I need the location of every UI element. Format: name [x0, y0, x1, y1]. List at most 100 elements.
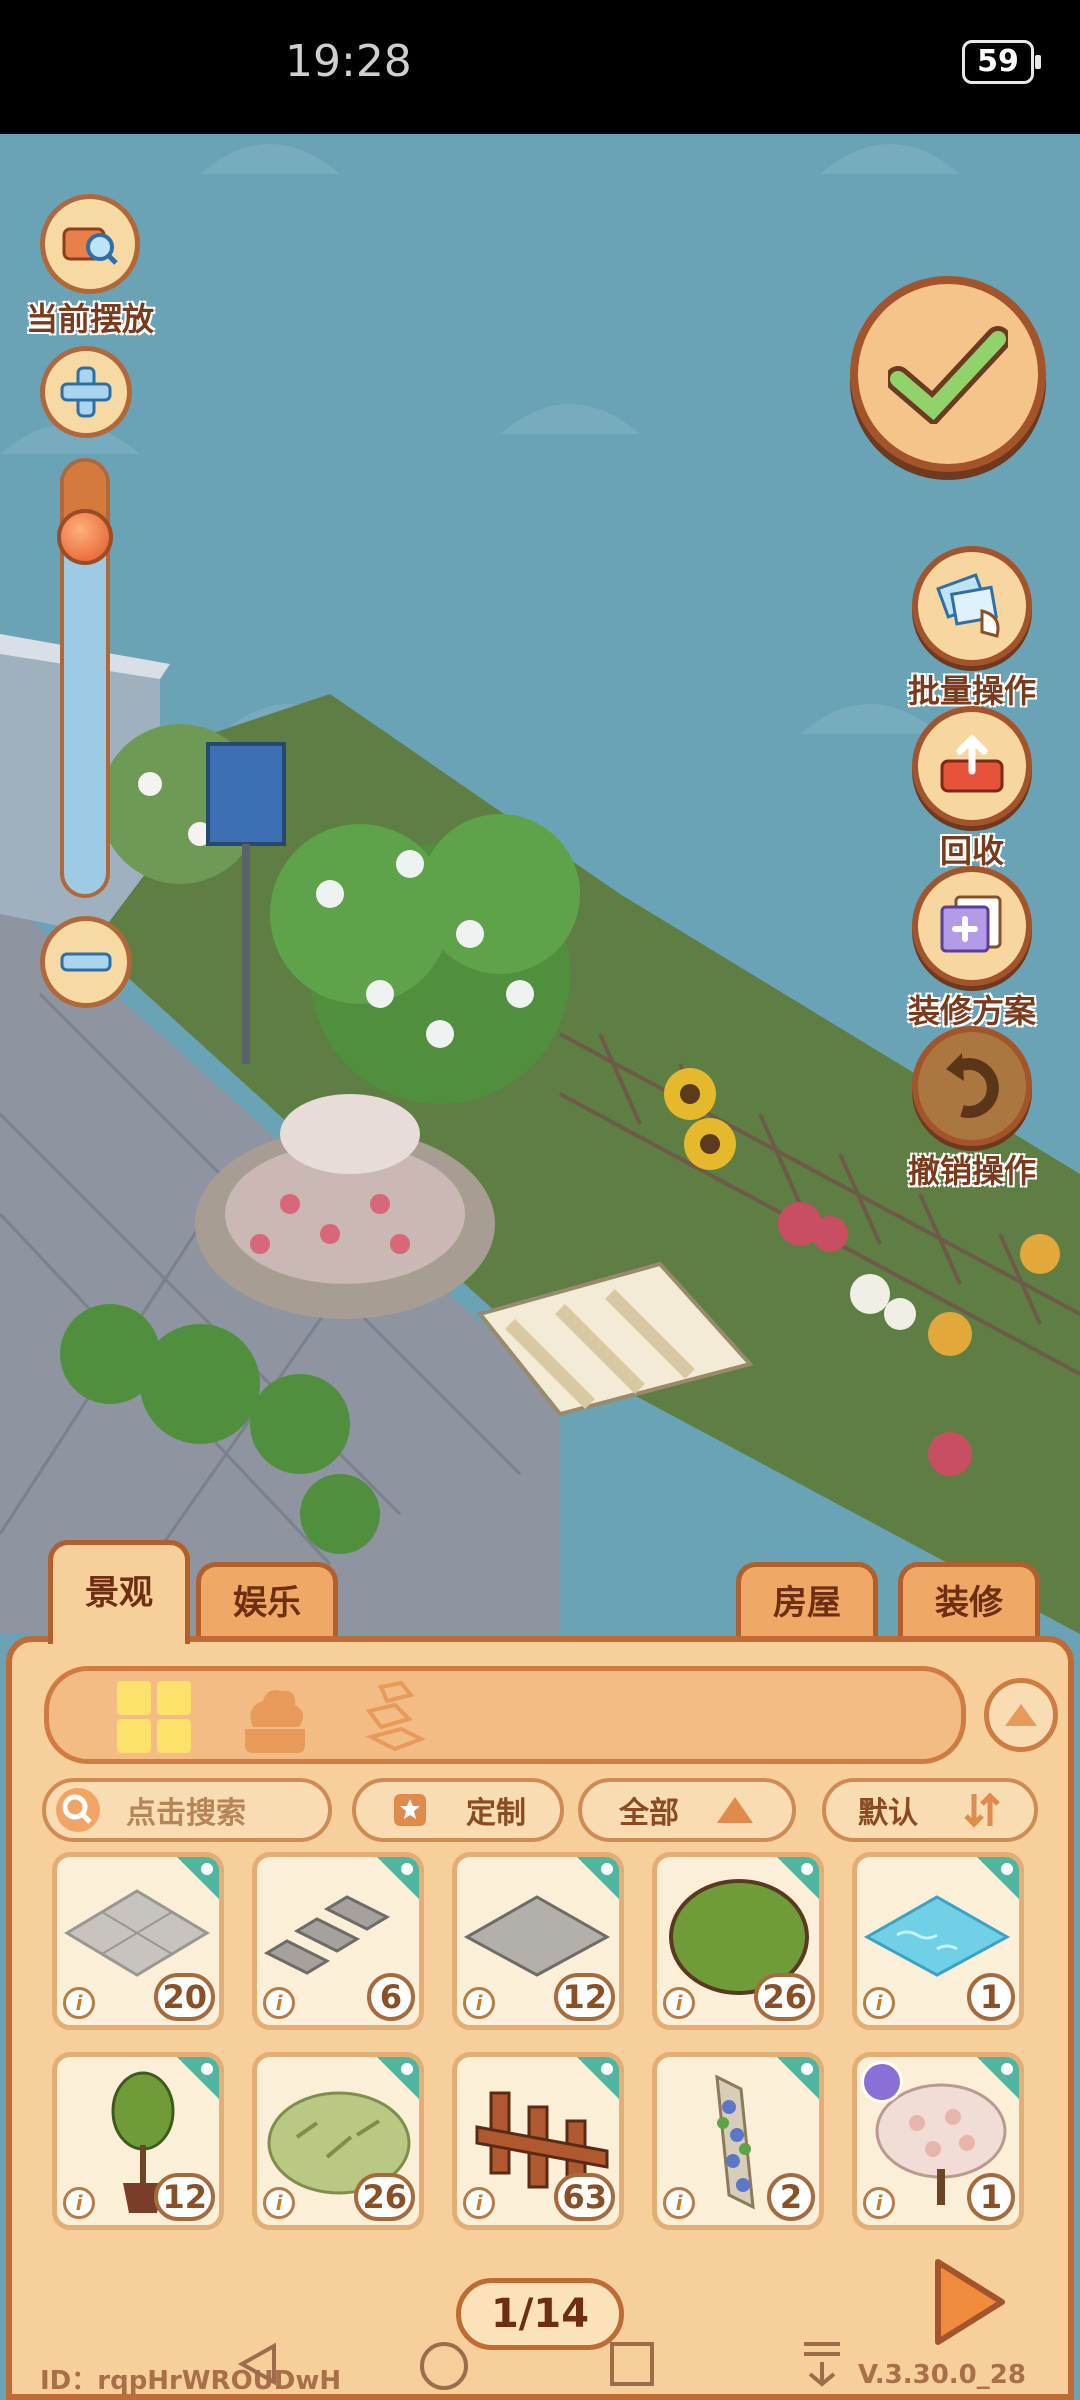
new-badge [973, 1857, 1019, 1903]
item-count: 12 [554, 1973, 615, 2021]
flower-icon [999, 2061, 1015, 2077]
expand-panel-button[interactable] [984, 1678, 1058, 1752]
info-icon[interactable]: i [863, 2187, 895, 2219]
info-icon[interactable]: i [263, 1987, 295, 2019]
new-badge [773, 2057, 819, 2103]
confirm-button[interactable] [850, 276, 1046, 472]
item-card-stepping-stones[interactable]: i 6 [252, 1852, 424, 2030]
system-nav-bar [0, 2340, 1080, 2400]
item-count: 26 [354, 2173, 415, 2221]
sort-dropdown[interactable]: 默认 [822, 1778, 1038, 1842]
minus-icon [60, 952, 112, 972]
item-count: 26 [754, 1973, 815, 2021]
new-badge [173, 1857, 219, 1903]
sort-arrows-icon [964, 1792, 1000, 1828]
info-icon[interactable]: i [263, 2187, 295, 2219]
category-plant-icon[interactable] [235, 1677, 315, 1761]
item-count: 1 [967, 2173, 1015, 2221]
triangle-up-icon [1005, 1704, 1037, 1726]
item-count: 12 [154, 2173, 215, 2221]
next-page-button[interactable] [930, 2254, 1010, 2354]
info-icon[interactable]: i [863, 1987, 895, 2019]
recycle-tray-icon [912, 706, 1032, 826]
home-icon[interactable] [418, 2340, 470, 2392]
item-count: 2 [767, 2173, 815, 2221]
zoom-in-button[interactable] [40, 346, 132, 438]
flower-icon [999, 1861, 1015, 1877]
collapse-nav-icon[interactable] [800, 2340, 844, 2388]
new-badge [773, 1857, 819, 1903]
category-stone-icon[interactable] [361, 1677, 431, 1761]
new-badge [173, 2057, 219, 2103]
current-placed-label: 当前摆放 [25, 300, 154, 338]
item-count: 6 [367, 1973, 415, 2021]
zoom-out-button[interactable] [40, 916, 132, 1008]
flower-icon [599, 1861, 615, 1877]
new-badge [973, 2057, 1019, 2103]
item-count: 20 [154, 1973, 215, 2021]
status-bar: 19:28 59 [0, 0, 1080, 134]
item-count: 1 [967, 1973, 1015, 2021]
plan-cards-icon [912, 866, 1032, 986]
info-icon[interactable]: i [63, 2187, 95, 2219]
tab-house[interactable]: 房屋 [736, 1562, 878, 1642]
item-card-leafy-shrub[interactable]: i 26 [252, 2052, 424, 2230]
item-card-potted-topiary[interactable]: i 12 [52, 2052, 224, 2230]
flower-icon [399, 1861, 415, 1877]
undo-button[interactable]: 撤销操作 [892, 1026, 1052, 1192]
undo-arrow-icon [912, 1026, 1032, 1146]
star-badge-icon [394, 1794, 426, 1826]
item-card-wooden-fence[interactable]: i 63 [452, 2052, 624, 2230]
batch-operation-button[interactable]: 批量操作 [892, 546, 1052, 712]
current-placed-tool[interactable]: 当前摆放 [20, 194, 160, 340]
recents-icon[interactable] [608, 2340, 656, 2388]
checkmark-icon [888, 326, 1008, 424]
all-filter-dropdown[interactable]: 全部 [578, 1778, 796, 1842]
category-all-icon[interactable] [115, 1679, 193, 1759]
search-input[interactable]: 点击搜索 [42, 1778, 332, 1842]
flower-icon [199, 2061, 215, 2077]
new-badge [573, 1857, 619, 1903]
decor-plan-button[interactable]: 装修方案 [892, 866, 1052, 1032]
item-count: 63 [554, 2173, 615, 2221]
custom-filter-label: 定制 [466, 1796, 526, 1831]
tab-entertainment[interactable]: 娱乐 [196, 1562, 338, 1642]
new-badge [373, 2057, 419, 2103]
search-placeholder: 点击搜索 [126, 1796, 246, 1831]
back-icon[interactable] [234, 2340, 282, 2388]
premium-badge-icon [861, 2061, 903, 2103]
item-card-blossom-tree[interactable]: i 1 [852, 2052, 1024, 2230]
flower-icon [799, 1861, 815, 1877]
info-icon[interactable]: i [663, 2187, 695, 2219]
all-filter-label: 全部 [619, 1796, 679, 1831]
item-card-flower-trellis[interactable]: i 2 [652, 2052, 824, 2230]
tab-landscape-active[interactable]: 景观 [48, 1540, 190, 1644]
item-card-water-tile[interactable]: i 1 [852, 1852, 1024, 2030]
flower-icon [399, 2061, 415, 2077]
search-icon [56, 1788, 100, 1832]
category-bar [44, 1666, 966, 1764]
info-icon[interactable]: i [663, 1987, 695, 2019]
clock: 19:28 [285, 36, 412, 87]
info-icon[interactable]: i [63, 1987, 95, 2019]
flower-icon [799, 2061, 815, 2077]
zoom-slider-handle[interactable] [57, 509, 113, 565]
hand-cards-icon [912, 546, 1032, 666]
tab-decoration[interactable]: 装修 [898, 1562, 1040, 1642]
recycle-button[interactable]: 回收 [892, 706, 1052, 872]
plus-icon [60, 366, 112, 418]
magnify-crate-icon [40, 194, 140, 294]
info-icon[interactable]: i [463, 1987, 495, 2019]
item-card-stone-slab[interactable]: i 12 [452, 1852, 624, 2030]
new-badge [373, 1857, 419, 1903]
custom-filter-button[interactable]: 定制 [352, 1778, 564, 1842]
undo-label: 撤销操作 [907, 1152, 1036, 1190]
triangle-up-icon [717, 1797, 753, 1823]
info-icon[interactable]: i [463, 2187, 495, 2219]
item-card-round-bush[interactable]: i 26 [652, 1852, 824, 2030]
item-card-brick-tile[interactable]: i 20 [52, 1852, 224, 2030]
battery-indicator: 59 [962, 40, 1041, 84]
new-badge [573, 2057, 619, 2103]
sort-label: 默认 [858, 1796, 918, 1831]
flower-icon [199, 1861, 215, 1877]
